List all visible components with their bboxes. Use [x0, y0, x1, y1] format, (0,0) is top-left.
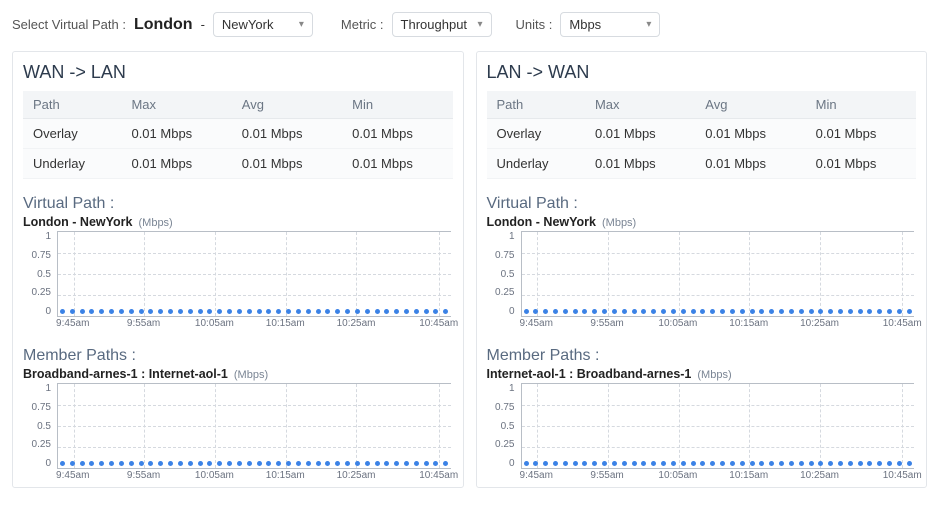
unit-label: (Mbps) — [234, 369, 268, 381]
select-virtual-path-label: Select Virtual Path : — [12, 17, 126, 32]
member-path-name: Internet-aol-1 : Broadband-arnes-1 — [487, 367, 692, 381]
metric-label: Metric : — [341, 17, 384, 32]
virtual-path-chart: 10.750.50.2509:45am9:55am10:05am10:15am1… — [23, 231, 453, 331]
table-row: Overlay0.01 Mbps0.01 Mbps0.01 Mbps — [23, 119, 453, 149]
unit-label: (Mbps) — [602, 217, 636, 229]
col-max: Max — [121, 91, 231, 119]
col-avg: Avg — [695, 91, 805, 119]
virtual-path-label: Virtual Path : — [23, 195, 453, 213]
chevron-down-icon: ▾ — [478, 19, 483, 30]
panel-title: WAN -> LAN — [23, 62, 453, 83]
virtual-path-name: London - NewYork — [23, 215, 133, 229]
col-path: Path — [23, 91, 121, 119]
panel-title: LAN -> WAN — [487, 62, 917, 83]
panel-lan-wan: LAN -> WAN PathMaxAvgMinOverlay0.01 Mbps0… — [476, 51, 928, 488]
table-row: Underlay0.01 Mbps0.01 Mbps0.01 Mbps — [487, 149, 917, 179]
member-path-name: Broadband-arnes-1 : Internet-aol-1 — [23, 367, 228, 381]
col-avg: Avg — [232, 91, 342, 119]
member-paths-label: Member Paths : — [23, 347, 453, 365]
filter-bar: Select Virtual Path : London - NewYork ▾… — [12, 12, 927, 37]
path-to-value: NewYork — [222, 17, 274, 32]
units-select[interactable]: Mbps ▾ — [560, 12, 660, 37]
panel-wan-lan: WAN -> LAN PathMaxAvgMinOverlay0.01 Mbps0… — [12, 51, 464, 488]
metric-value: Throughput — [401, 17, 468, 32]
virtual-path-chart: 10.750.50.2509:45am9:55am10:05am10:15am1… — [487, 231, 917, 331]
path-to-select[interactable]: NewYork ▾ — [213, 12, 313, 37]
col-path: Path — [487, 91, 585, 119]
member-paths-label: Member Paths : — [487, 347, 917, 365]
units-value: Mbps — [569, 17, 601, 32]
stats-table: PathMaxAvgMinOverlay0.01 Mbps0.01 Mbps0.… — [487, 91, 917, 179]
col-min: Min — [342, 91, 452, 119]
path-separator: - — [201, 17, 205, 32]
table-row: Underlay0.01 Mbps0.01 Mbps0.01 Mbps — [23, 149, 453, 179]
col-max: Max — [585, 91, 695, 119]
table-row: Overlay0.01 Mbps0.01 Mbps0.01 Mbps — [487, 119, 917, 149]
member-path-chart: 10.750.50.2509:45am9:55am10:05am10:15am1… — [487, 383, 917, 483]
panels: WAN -> LANPathMaxAvgMinOverlay0.01 Mbps0… — [12, 51, 927, 488]
col-min: Min — [806, 91, 916, 119]
unit-label: (Mbps) — [139, 217, 173, 229]
virtual-path-name: London - NewYork — [487, 215, 597, 229]
stats-table: PathMaxAvgMinOverlay0.01 Mbps0.01 Mbps0.… — [23, 91, 453, 179]
metric-select[interactable]: Throughput ▾ — [392, 12, 492, 37]
chevron-down-icon: ▾ — [299, 19, 304, 30]
unit-label: (Mbps) — [697, 369, 731, 381]
virtual-path-label: Virtual Path : — [487, 195, 917, 213]
path-from: London — [134, 16, 193, 34]
member-path-chart: 10.750.50.2509:45am9:55am10:05am10:15am1… — [23, 383, 453, 483]
chevron-down-icon: ▾ — [646, 19, 651, 30]
units-label: Units : — [516, 17, 553, 32]
